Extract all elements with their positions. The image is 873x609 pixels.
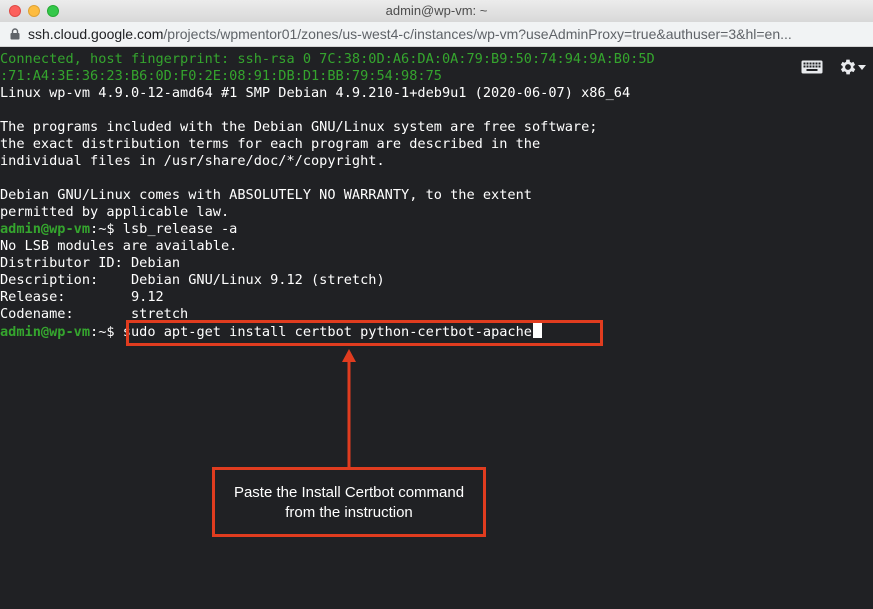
- motd-line: the exact distribution terms for each pr…: [0, 136, 541, 152]
- ssh-terminal[interactable]: Connected, host fingerprint: ssh-rsa 0 7…: [0, 47, 873, 609]
- caret-down-icon[interactable]: [858, 65, 866, 70]
- url-text[interactable]: ssh.cloud.google.com/projects/wpmentor01…: [28, 26, 870, 42]
- prompt-suffix: :~$: [90, 221, 123, 237]
- connection-line: Connected, host fingerprint: ssh-rsa 0 7…: [0, 51, 655, 67]
- uname-line: Linux wp-vm 4.9.0-12-amd64 #1 SMP Debian…: [0, 85, 631, 101]
- output-line: Description: Debian GNU/Linux 9.12 (stre…: [0, 272, 385, 288]
- keyboard-icon[interactable]: [801, 60, 823, 74]
- url-host: ssh.cloud.google.com: [28, 26, 164, 42]
- callout-text: Paste the Install Certbot command: [233, 484, 465, 501]
- motd-line: permitted by applicable law.: [0, 204, 230, 220]
- output-line: Release: 9.12: [0, 289, 164, 305]
- address-bar[interactable]: ssh.cloud.google.com/projects/wpmentor01…: [0, 22, 873, 47]
- connection-line: :71:A4:3E:36:23:B6:0D:F0:2E:08:91:DB:D1:…: [0, 68, 442, 84]
- prompt-user: admin@wp-vm: [0, 221, 91, 237]
- command-line: admin@wp-vm:~$ lsb_release -a: [0, 221, 237, 238]
- command-highlight-box: [126, 320, 603, 346]
- command-text: lsb_release -a: [122, 221, 238, 237]
- motd-line: individual files in /usr/share/doc/*/cop…: [0, 153, 385, 169]
- arrow-up-icon: [342, 349, 356, 467]
- url-path: /projects/wpmentor01/zones/us-west4-c/in…: [163, 26, 792, 42]
- callout-text: from the instruction: [285, 504, 413, 521]
- motd-line: Debian GNU/Linux comes with ABSOLUTELY N…: [0, 187, 532, 203]
- prompt-user: admin@wp-vm: [0, 324, 91, 340]
- motd-line: The programs included with the Debian GN…: [0, 119, 598, 135]
- window-titlebar: admin@wp-vm: ~: [0, 0, 873, 22]
- instruction-callout: Paste the Install Certbot command from t…: [212, 467, 486, 537]
- window-title: admin@wp-vm: ~: [385, 3, 488, 18]
- prompt-suffix: :~$: [90, 324, 123, 340]
- gear-icon[interactable]: [838, 57, 858, 77]
- output-line: No LSB modules are available.: [0, 238, 238, 254]
- output-line: Distributor ID: Debian: [0, 255, 181, 271]
- lock-icon: [10, 28, 20, 40]
